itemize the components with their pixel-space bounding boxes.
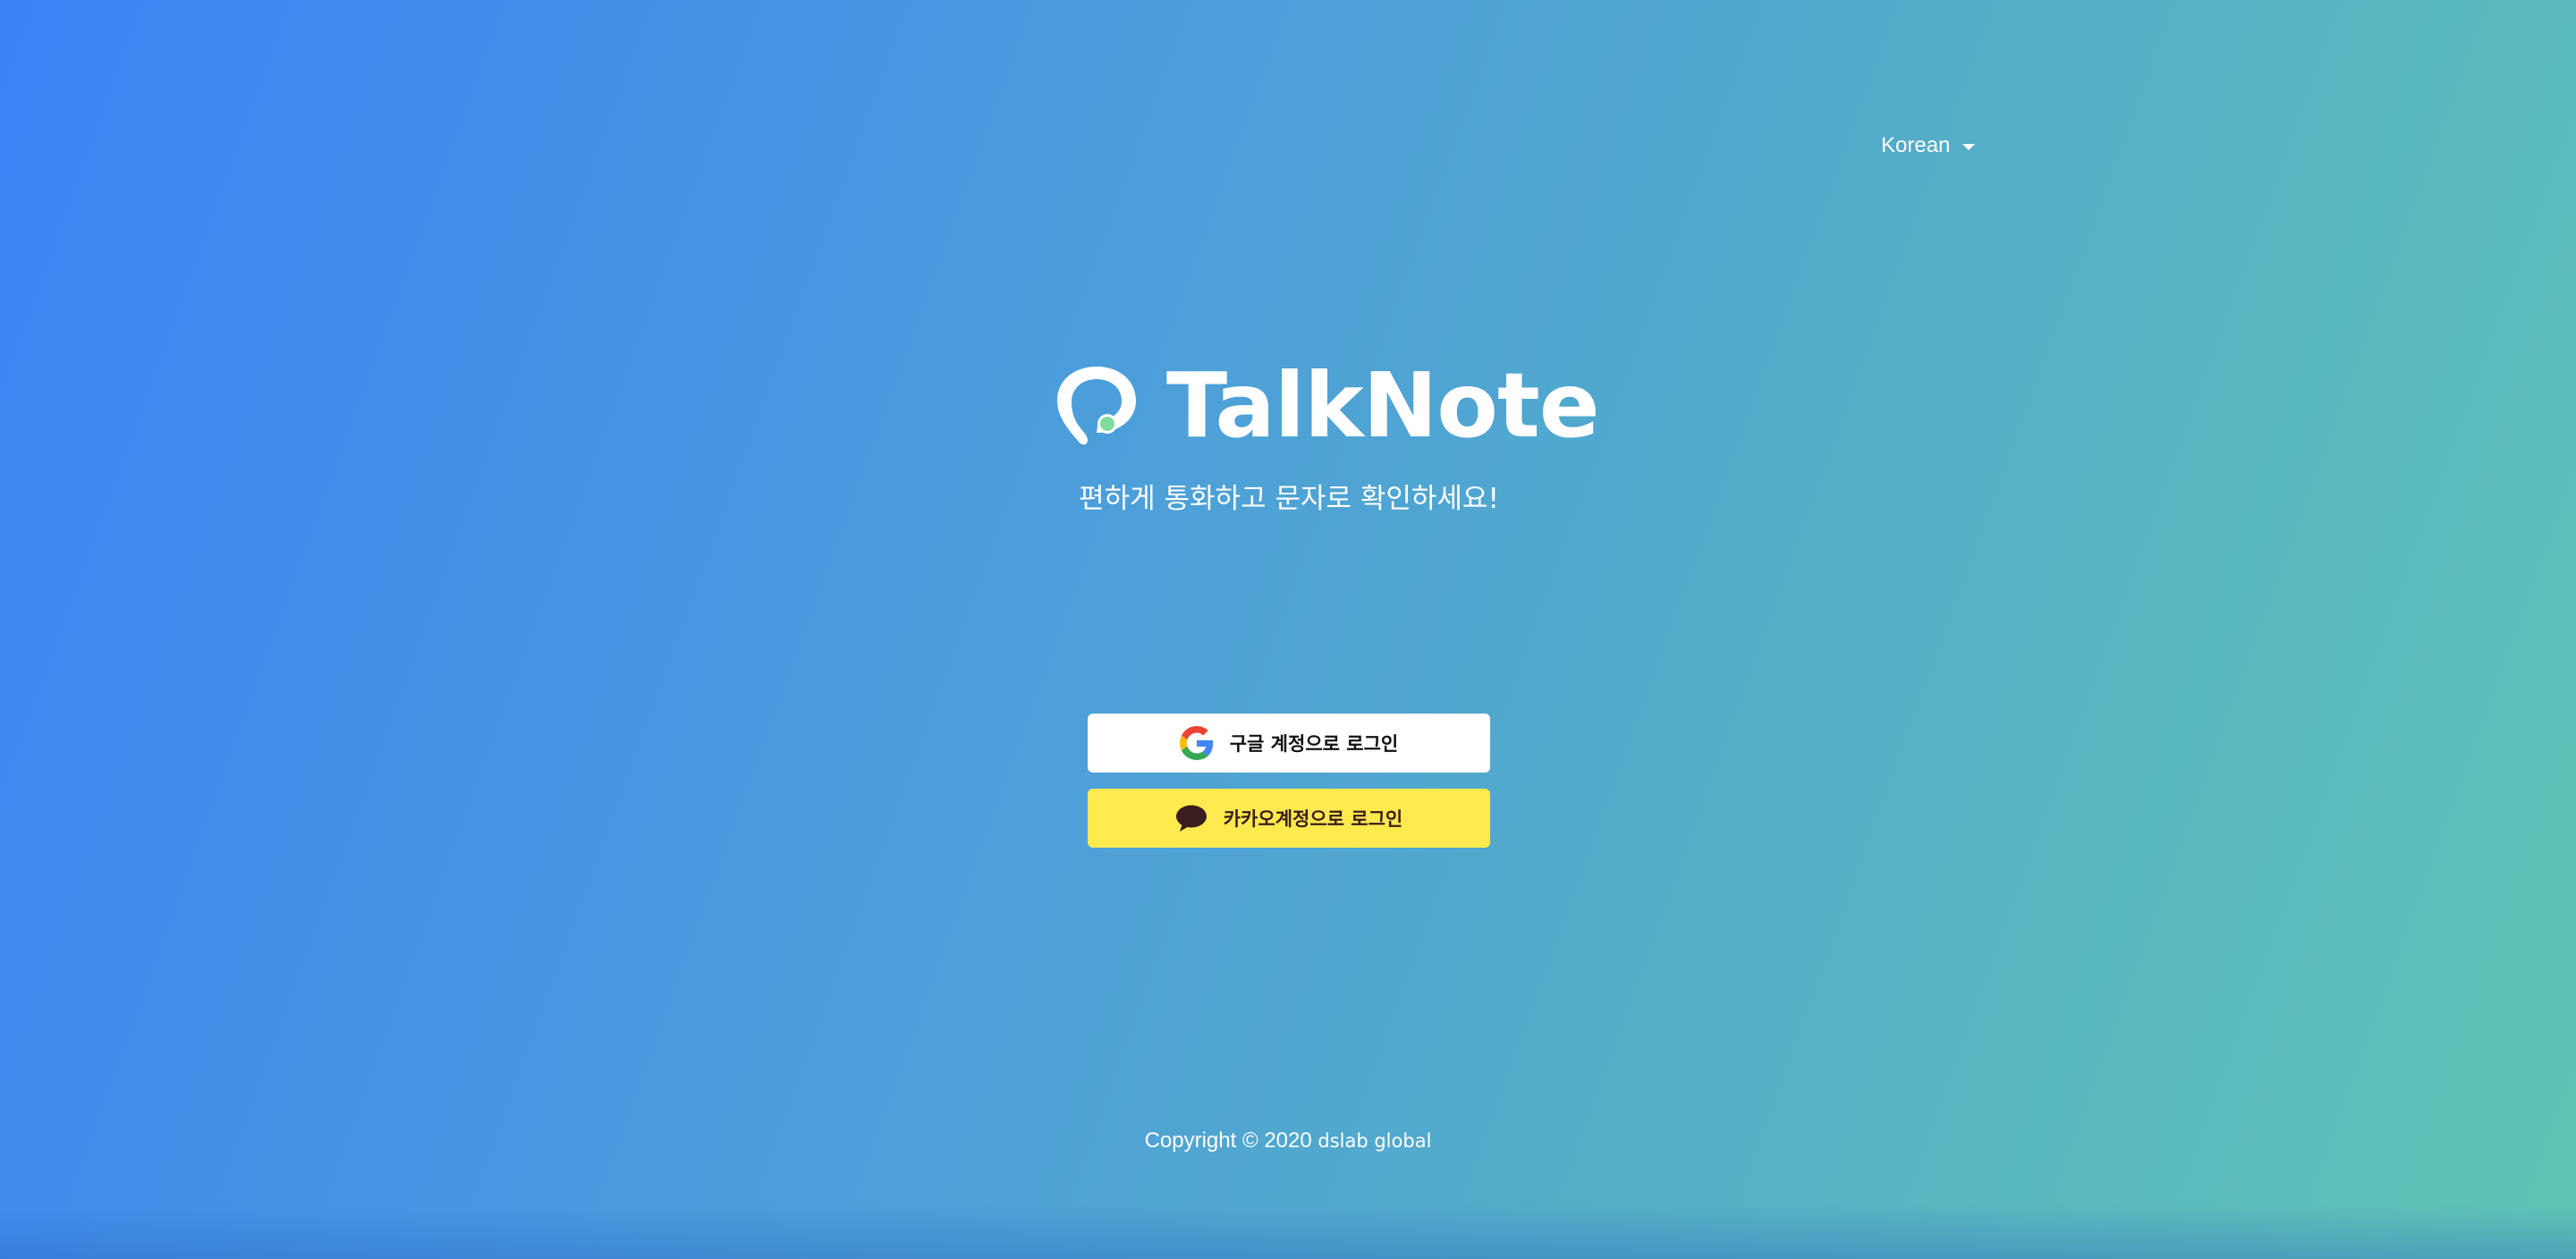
speech-bubble-icon: [1175, 805, 1207, 832]
tagline: 편하게 통화하고 문자로 확인하세요!: [1079, 483, 1499, 515]
brand-logo: TalkNote: [1052, 353, 1600, 458]
company-name: dslab global: [1318, 1130, 1432, 1152]
google-login-label: 구글 계정으로 로그인: [1229, 733, 1399, 755]
google-g-icon: [1179, 726, 1213, 760]
language-dropdown[interactable]: Korean: [1881, 131, 1976, 161]
talknote-logo-icon: [1057, 367, 1136, 445]
kakao-login-label: 카카오계정으로 로그인: [1223, 808, 1403, 830]
caret-down-icon: [1962, 143, 1976, 150]
copyright-text: Copyright © 2020: [1144, 1128, 1312, 1153]
brand-name: TalkNote: [1166, 353, 1600, 458]
language-label: Korean: [1881, 133, 1951, 157]
bottom-fade: [0, 1205, 2576, 1259]
google-login-button[interactable]: 구글 계정으로 로그인: [1088, 714, 1490, 773]
kakao-login-button[interactable]: 카카오계정으로 로그인: [1088, 789, 1490, 848]
footer-copyright: Copyright © 2020 dslab global: [984, 1128, 1592, 1153]
